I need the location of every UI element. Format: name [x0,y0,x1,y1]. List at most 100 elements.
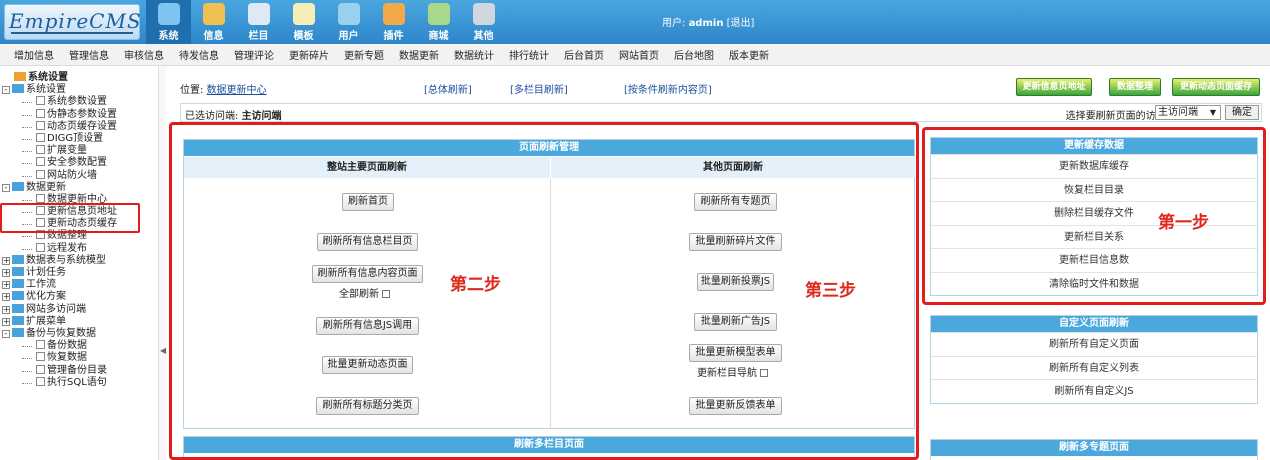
tree-group[interactable]: - 系统设置 [0,84,158,96]
custom-panel-title: 自定义页面刷新 [931,316,1257,332]
access-bar: 已选访问端: 主访问端 选择要刷新页面的访问端: 主访问端 ▼ 确定 [180,103,1262,122]
custom-link[interactable]: 刷新所有自定义列表 [931,355,1257,380]
window-icon [292,3,315,25]
quick-nav-link[interactable]: 排行统计 [509,47,549,62]
page-icon [36,352,45,362]
quick-nav-link[interactable]: 版本更新 [729,47,769,62]
quick-nav-link[interactable]: 更新专题 [344,47,384,62]
nav-item-1[interactable]: 信息 [191,0,236,44]
tree-item[interactable]: 网站防火墙 [0,169,158,182]
expand-icon[interactable]: + [2,256,10,265]
tree-label: 网站多访问端 [26,303,86,315]
nav-item-4[interactable]: 用户 [326,0,371,44]
custom-link[interactable]: 刷新所有自定义页面 [931,332,1257,356]
quick-nav-link[interactable]: 管理信息 [69,47,109,62]
tree-item[interactable]: 远程发布 [0,242,158,255]
tree-group[interactable]: + 扩展菜单 [0,315,158,328]
tree-group[interactable]: - 备份与恢复数据 [0,327,158,340]
tree-label: 网站防火墙 [47,169,97,181]
custom-link[interactable]: 刷新所有自定义JS [931,379,1257,403]
quick-nav-link[interactable]: 管理评论 [234,47,274,62]
page-icon [36,132,45,142]
access-select[interactable]: 主访问端 ▼ [1155,105,1221,120]
expand-icon[interactable]: + [2,293,10,302]
folder-icon [12,254,24,264]
page-icon [36,193,45,203]
nav-item-label: 用户 [338,31,359,42]
logout-link[interactable]: [退出] [727,18,755,29]
folder-icon [12,303,24,313]
quick-nav-link[interactable]: 数据统计 [454,47,494,62]
access-label: 已选访问端: [185,111,239,122]
tree-group[interactable]: 系统设置 [0,72,158,84]
confirm-button[interactable]: 确定 [1225,105,1259,120]
quick-nav-link[interactable]: 更新碎片 [289,47,329,62]
tree-item[interactable]: 扩展变量 [0,145,158,157]
nav-item-label: 信息 [203,31,224,42]
quick-nav-link[interactable]: 审核信息 [124,47,164,62]
tree-label: 工作流 [26,279,56,291]
link-overall-refresh[interactable]: [总体刷新] [424,81,472,96]
tree-label: DIGG顶设置 [47,132,104,144]
folder-icon [12,279,24,289]
update-info-url-button[interactable]: 更新信息页地址 [1016,78,1092,96]
expand-icon[interactable]: + [2,281,10,290]
logo-text: EmpireCMS [9,9,142,33]
expand-icon[interactable]: + [2,317,10,326]
tree-item[interactable]: 安全参数配置 [0,157,158,169]
highlight-box-cache [922,127,1266,305]
expand-icon[interactable]: + [2,269,10,277]
nav-item-5[interactable]: 插件 [371,0,416,44]
expand-icon[interactable]: + [2,305,10,314]
tree-item[interactable]: 恢复数据 [0,352,158,364]
tree-label: 动态页缓存设置 [47,120,117,132]
collapse-icon[interactable]: - [2,86,10,95]
nav-item-3[interactable]: 模板 [281,0,326,44]
tree-group[interactable]: + 数据表与系统模型 [0,254,158,267]
tree-group[interactable]: + 计划任务 [0,267,158,279]
tree-item[interactable]: 执行SQL语句 [0,376,158,389]
data-cleanup-button[interactable]: 数据整理 [1109,78,1161,96]
tree-item[interactable]: 系统参数设置 [0,96,158,108]
tree-group[interactable]: + 工作流 [0,279,158,291]
tree-group[interactable]: - 数据更新 [0,181,158,194]
breadcrumb-link[interactable]: 数据更新中心 [207,85,267,96]
user-info: 用户: admin [退出] [662,14,754,29]
update-dynamic-cache-button[interactable]: 更新动态页面缓存 [1172,78,1260,96]
nav-item-6[interactable]: 商城 [416,0,461,44]
quick-nav-link[interactable]: 网站首页 [619,47,659,62]
quick-nav-link[interactable]: 后台首页 [564,47,604,62]
tree-item[interactable]: 备份数据 [0,340,158,352]
logo-underline [11,32,133,34]
quick-nav-link[interactable]: 数据更新 [399,47,439,62]
tree-label: 扩展菜单 [26,315,66,327]
sidebar-splitter[interactable]: ◀ [158,66,166,460]
link-conditional-refresh[interactable]: [按条件刷新内容页] [624,81,712,96]
tree-item[interactable]: DIGG顶设置 [0,132,158,145]
multi-topic-refresh-panel: 刷新多专题页面 [930,439,1258,460]
tree-group[interactable]: + 优化方案 [0,291,158,303]
tree-item[interactable]: 管理备份目录 [0,364,158,377]
collapse-icon[interactable]: - [2,329,10,338]
tree-item[interactable]: 动态页缓存设置 [0,120,158,133]
tree-item[interactable]: 伪静态参数设置 [0,108,158,121]
page-icon [36,145,45,155]
quick-nav-link[interactable]: 后台地图 [674,47,714,62]
nav-item-7[interactable]: 其他 [461,0,506,44]
quick-nav-link[interactable]: 增加信息 [14,47,54,62]
folder-icon [12,267,24,276]
folder-icon [12,315,24,325]
collapse-icon[interactable]: - [2,183,10,192]
quick-nav-link[interactable]: 待发信息 [179,47,219,62]
globe-icon [157,3,180,25]
page-icon [36,108,45,118]
nav-item-0[interactable]: 系统 [146,0,191,44]
topic-panel-title: 刷新多专题页面 [931,440,1257,456]
step2-annotation: 第二步 [450,275,501,295]
empirecms-logo[interactable]: EmpireCMS [4,4,142,40]
nav-item-2[interactable]: 栏目 [236,0,281,44]
collapse-arrow-icon[interactable]: ◀ [160,346,166,355]
link-multi-column-refresh[interactable]: [多栏目刷新] [510,81,568,96]
folder-icon [12,327,24,337]
tree-group[interactable]: + 网站多访问端 [0,303,158,316]
